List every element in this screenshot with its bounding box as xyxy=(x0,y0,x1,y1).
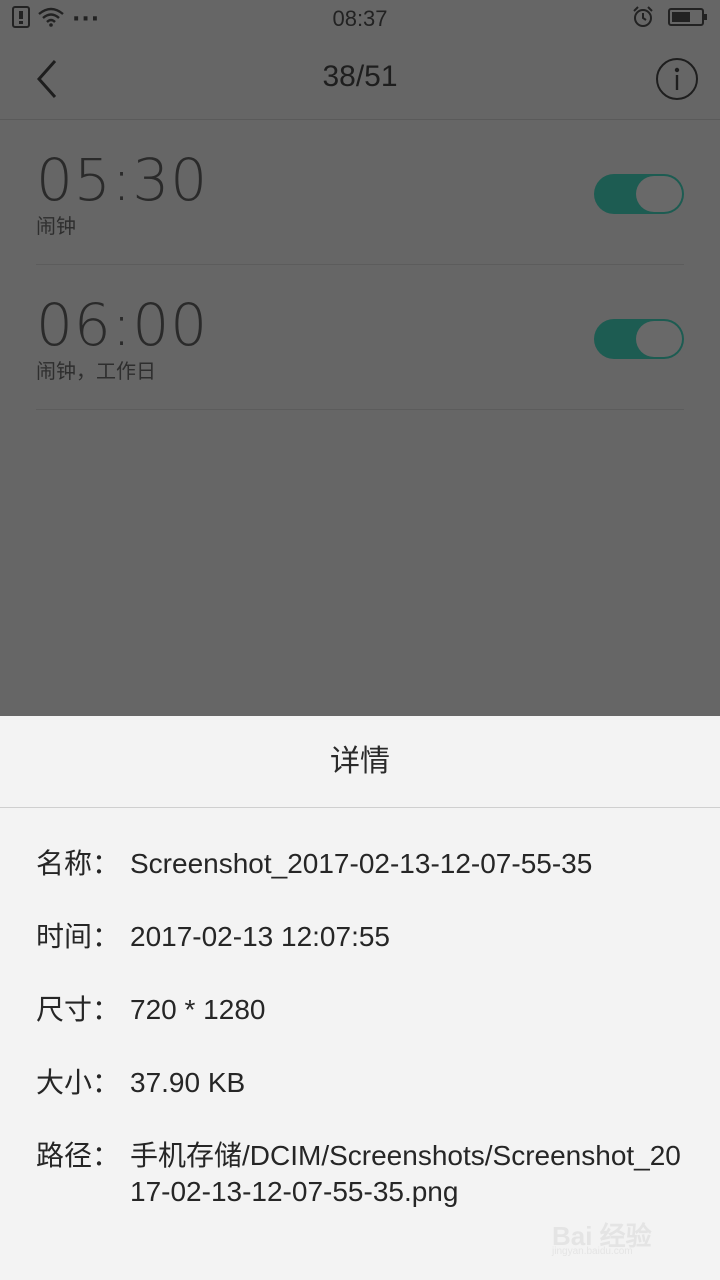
watermark-url: jingyan.baidu.com xyxy=(552,1246,633,1257)
detail-value: Screenshot_2017-02-13-12-07-55-35 xyxy=(130,848,593,879)
status-bar: ··· 08:37 xyxy=(0,0,720,40)
top-bar: 38/51 xyxy=(0,40,720,120)
details-sheet: 详情 名称： Screenshot_2017-02-13-12-07-55-35… xyxy=(0,716,720,1280)
info-button[interactable] xyxy=(656,58,698,100)
detail-row-name: 名称： Screenshot_2017-02-13-12-07-55-35 xyxy=(36,846,686,882)
alarm-item[interactable]: 06:00 闹钟，工作日 xyxy=(36,265,684,410)
image-counter: 38/51 xyxy=(322,60,398,93)
alarm-time: 06:00 xyxy=(36,291,209,359)
detail-key: 时间： xyxy=(36,920,121,953)
detail-key: 大小： xyxy=(36,1066,121,1099)
detail-key: 路径： xyxy=(36,1139,121,1172)
detail-value: 37.90 KB xyxy=(130,1067,246,1098)
status-right-icons xyxy=(632,6,708,32)
toggle-knob xyxy=(636,176,682,212)
detail-row-size: 大小： 37.90 KB xyxy=(36,1065,686,1101)
detail-value: 2017-02-13 12:07:55 xyxy=(130,921,390,952)
detail-key: 尺寸： xyxy=(36,993,121,1026)
detail-row-path: 路径： 手机存储/DCIM/Screenshots/Screenshot_201… xyxy=(36,1138,686,1210)
toggle-knob xyxy=(636,321,682,357)
baidu-watermark-logo: Bai 经验 jingyan.baidu.com xyxy=(552,1216,682,1260)
detail-row-time: 时间： 2017-02-13 12:07:55 xyxy=(36,919,686,955)
alarm-clock-icon xyxy=(632,6,654,32)
battery-icon xyxy=(668,7,708,31)
info-icon xyxy=(674,67,680,90)
alarm-list: 05:30 闹钟 06:00 闹钟，工作日 xyxy=(36,120,684,410)
detail-row-dimensions: 尺寸： 720 * 1280 xyxy=(36,992,686,1028)
alarm-time: 05:30 xyxy=(36,146,209,214)
alarm-toggle[interactable] xyxy=(594,174,684,214)
alarm-label: 闹钟，工作日 xyxy=(36,359,156,383)
alarm-item[interactable]: 05:30 闹钟 xyxy=(36,120,684,265)
detail-value: 720 * 1280 xyxy=(130,994,266,1025)
alarm-label: 闹钟 xyxy=(36,214,76,238)
sheet-title: 详情 xyxy=(0,716,720,808)
status-time: 08:37 xyxy=(332,6,388,31)
detail-key: 名称： xyxy=(36,847,121,880)
alarm-toggle[interactable] xyxy=(594,319,684,359)
detail-value: 手机存储/DCIM/Screenshots/Screenshot_2017-02… xyxy=(130,1140,681,1207)
